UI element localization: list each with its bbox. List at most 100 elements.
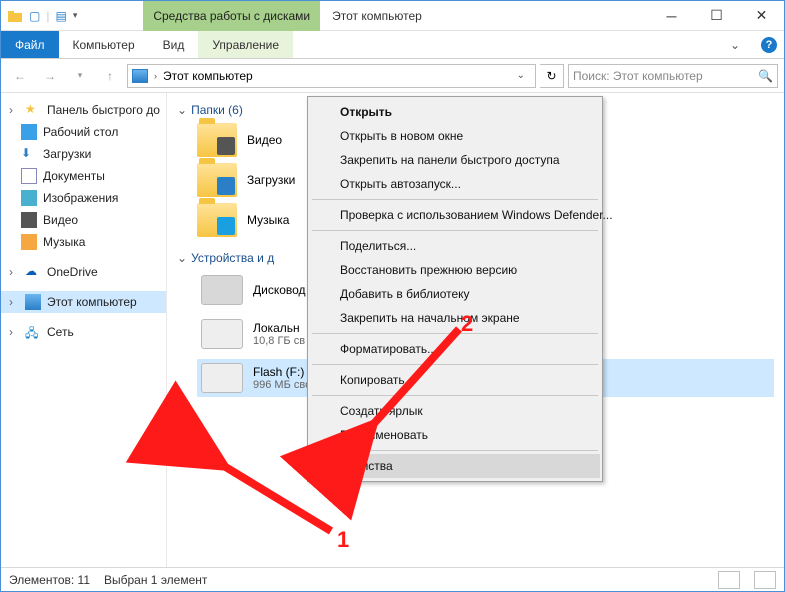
chevron-down-icon: ⌄ <box>177 251 187 265</box>
tab-view[interactable]: Вид <box>149 31 199 58</box>
statusbar: Элементов: 11 Выбран 1 элемент <box>1 567 784 591</box>
sidebar-item-label: Музыка <box>43 235 85 249</box>
nav-fwd-button[interactable]: → <box>37 63 63 89</box>
cloud-icon: ☁ <box>25 264 41 280</box>
chevron-right-icon: › <box>9 325 19 339</box>
search-icon: 🔍 <box>758 69 773 83</box>
folder-icon <box>197 163 237 197</box>
window-title: Этот компьютер <box>332 9 649 23</box>
document-icon <box>21 168 37 184</box>
qat-save-icon[interactable]: ▢ <box>29 9 40 23</box>
app-icon <box>7 8 23 24</box>
sidebar-item-label: Загрузки <box>43 147 91 161</box>
sidebar-item-label: Этот компьютер <box>47 295 137 309</box>
sidebar-item-label: Сеть <box>47 325 74 339</box>
folder-icon <box>197 123 237 157</box>
sidebar-item-pictures[interactable]: Изображения <box>1 187 166 209</box>
ctx-autoplay[interactable]: Открыть автозапуск... <box>310 172 600 196</box>
tab-computer[interactable]: Компьютер <box>59 31 149 58</box>
separator <box>312 230 598 231</box>
chevron-right-icon: › <box>9 295 19 309</box>
device-sub: 10,8 ГБ св <box>253 335 305 347</box>
search-placeholder: Поиск: Этот компьютер <box>573 69 703 83</box>
sidebar-this-pc[interactable]: › Этот компьютер <box>1 291 166 313</box>
maximize-button[interactable]: ☐ <box>694 1 739 31</box>
ctx-format[interactable]: Форматировать... <box>310 337 600 361</box>
device-name: Локальн <box>253 321 305 335</box>
address-bar: ← → ▾ ↑ › Этот компьютер ⌄ ↻ Поиск: Этот… <box>1 59 784 93</box>
ctx-create-shortcut[interactable]: Создать ярлык <box>310 399 600 423</box>
address-box[interactable]: › Этот компьютер ⌄ <box>127 64 536 88</box>
ctx-open[interactable]: Открыть <box>310 100 600 124</box>
titlebar: ▢ | ▤ ▾ Средства работы с дисками Этот к… <box>1 1 784 31</box>
chevron-right-icon: › <box>154 71 157 81</box>
device-name: Дисковод <box>253 283 306 297</box>
separator <box>312 450 598 451</box>
ctx-pin-start[interactable]: Закрепить на начальном экране <box>310 306 600 330</box>
search-input[interactable]: Поиск: Этот компьютер 🔍 <box>568 64 778 88</box>
chevron-right-icon: › <box>9 103 19 117</box>
separator <box>312 333 598 334</box>
music-icon <box>21 234 37 250</box>
group-label: Устройства и д <box>191 251 274 265</box>
folder-icon <box>197 203 237 237</box>
sidebar-item-label: Видео <box>43 213 78 227</box>
video-icon <box>21 212 37 228</box>
ctx-rename[interactable]: Переименовать <box>310 423 600 447</box>
separator <box>312 395 598 396</box>
ctx-open-new-window[interactable]: Открыть в новом окне <box>310 124 600 148</box>
download-icon: ⬇ <box>21 146 37 162</box>
sidebar-item-videos[interactable]: Видео <box>1 209 166 231</box>
sidebar-item-label: OneDrive <box>47 265 98 279</box>
qat-props-icon[interactable]: ▤ <box>55 9 66 23</box>
qat-dropdown-icon[interactable]: ▾ <box>73 10 78 21</box>
ctx-copy[interactable]: Копировать <box>310 368 600 392</box>
sidebar-onedrive[interactable]: › ☁ OneDrive <box>1 261 166 283</box>
quick-access-toolbar: ▢ | ▤ ▾ <box>1 8 83 24</box>
separator <box>312 199 598 200</box>
nav-back-button[interactable]: ← <box>7 63 33 89</box>
chevron-down-icon: ⌄ <box>177 103 187 117</box>
nav-history-icon[interactable]: ▾ <box>67 63 93 89</box>
separator <box>312 364 598 365</box>
ribbon-expand-icon[interactable]: ⌄ <box>716 31 754 58</box>
ctx-restore-prev[interactable]: Восстановить прежнюю версию <box>310 258 600 282</box>
sidebar-item-documents[interactable]: Документы <box>1 165 166 187</box>
nav-up-button[interactable]: ↑ <box>97 63 123 89</box>
sidebar-network[interactable]: › 🖧 Сеть <box>1 321 166 343</box>
sidebar-item-downloads[interactable]: ⬇ Загрузки <box>1 143 166 165</box>
network-icon: 🖧 <box>25 324 41 340</box>
ctx-pin-quick-access[interactable]: Закрепить на панели быстрого доступа <box>310 148 600 172</box>
view-icons-button[interactable] <box>754 571 776 589</box>
sidebar-item-desktop[interactable]: Рабочий стол <box>1 121 166 143</box>
sidebar-item-label: Документы <box>43 169 105 183</box>
tab-manage[interactable]: Управление <box>198 31 293 58</box>
pc-icon <box>25 294 41 310</box>
desktop-icon <box>21 124 37 140</box>
floppy-icon <box>201 275 243 305</box>
address-dropdown-icon[interactable]: ⌄ <box>517 70 531 81</box>
ctx-defender-scan[interactable]: Проверка с использованием Windows Defend… <box>310 203 600 227</box>
help-button[interactable]: ? <box>754 31 784 58</box>
address-path: Этот компьютер <box>163 69 253 83</box>
view-details-button[interactable] <box>718 571 740 589</box>
pictures-icon <box>21 190 37 206</box>
sidebar-item-label: Панель быстрого до <box>47 103 160 117</box>
refresh-button[interactable]: ↻ <box>540 64 564 88</box>
ribbon: Файл Компьютер Вид Управление ⌄ ? <box>1 31 784 59</box>
sidebar-item-music[interactable]: Музыка <box>1 231 166 253</box>
ctx-properties[interactable]: Свойства <box>310 454 600 478</box>
ribbon-contextual-group: Средства работы с дисками <box>143 1 320 31</box>
ctx-add-library[interactable]: Добавить в библиотеку <box>310 282 600 306</box>
usb-drive-icon <box>201 363 243 393</box>
minimize-button[interactable]: ─ <box>649 1 694 31</box>
close-button[interactable]: ✕ <box>739 1 784 31</box>
sidebar-item-label: Рабочий стол <box>43 125 118 139</box>
sidebar-quick-access[interactable]: › ★ Панель быстрого до <box>1 99 166 121</box>
tab-file[interactable]: Файл <box>1 31 59 58</box>
status-selected: Выбран 1 элемент <box>104 573 207 587</box>
annotation-label-2: 2 <box>461 311 473 337</box>
context-menu: Открыть Открыть в новом окне Закрепить н… <box>307 96 603 482</box>
star-icon: ★ <box>25 102 41 118</box>
ctx-share[interactable]: Поделиться... <box>310 234 600 258</box>
